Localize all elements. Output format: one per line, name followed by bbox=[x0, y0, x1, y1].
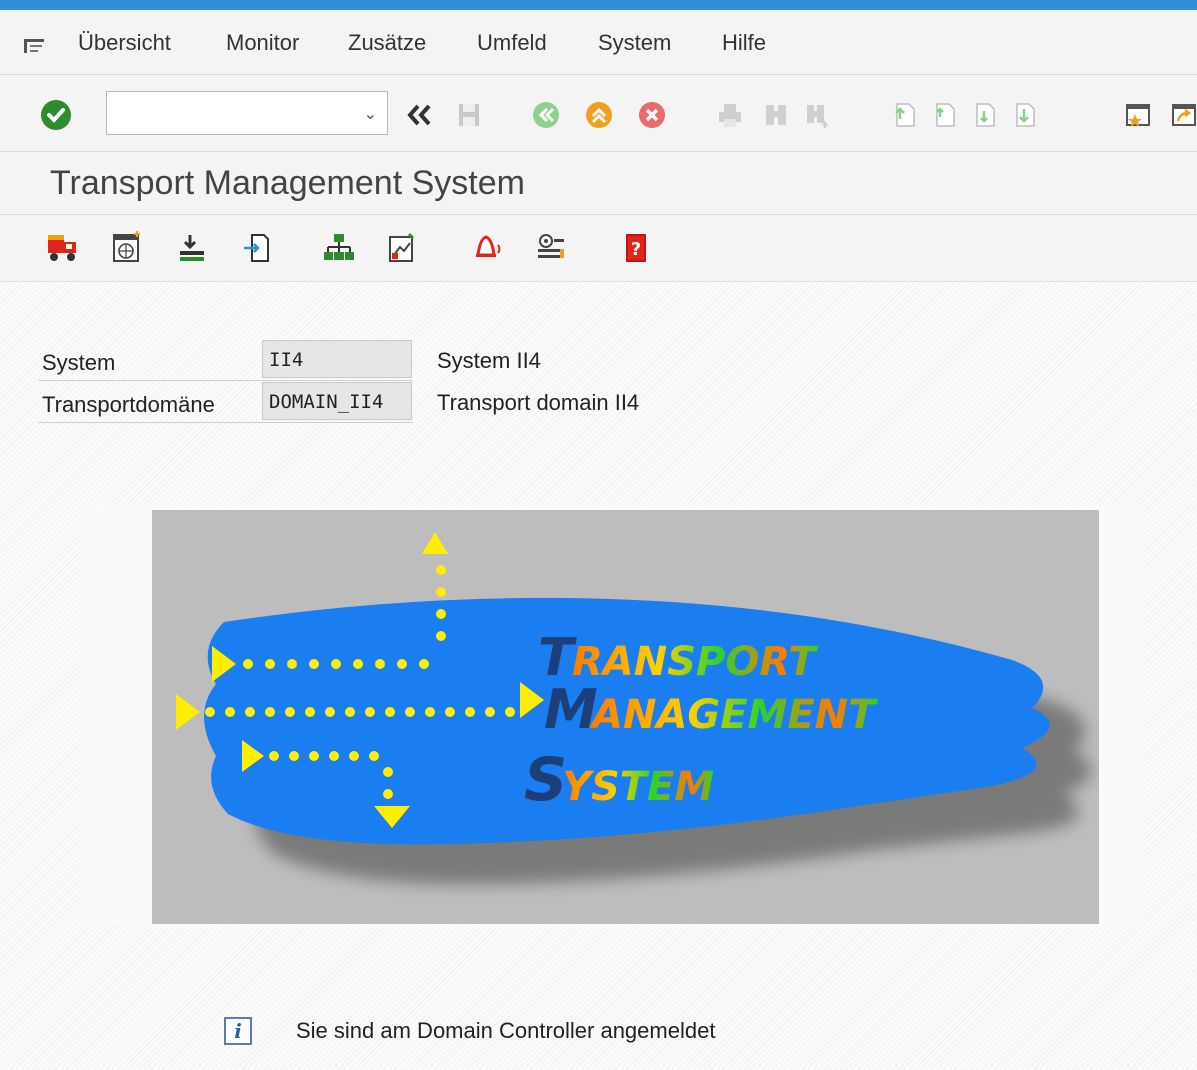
transport-truck-icon[interactable] bbox=[46, 231, 80, 265]
logo-line3-text: YSTEM bbox=[562, 764, 714, 810]
logo-line2-initial: M bbox=[544, 678, 598, 741]
next-page-icon[interactable] bbox=[970, 101, 998, 129]
main-content: System II4 System II4 Transportdomäne DO… bbox=[0, 282, 1197, 1070]
page-title: Transport Management System bbox=[50, 164, 525, 202]
command-field[interactable]: ⌄ bbox=[106, 91, 388, 135]
svg-text:?: ? bbox=[631, 239, 641, 260]
domain-description: Transport domain II4 bbox=[437, 390, 640, 415]
shortcut-icon[interactable] bbox=[1170, 101, 1197, 129]
cancel-icon[interactable] bbox=[638, 101, 666, 129]
menu-toggle-icon[interactable] bbox=[24, 38, 46, 54]
back-icon[interactable] bbox=[532, 101, 560, 129]
save-icon[interactable] bbox=[455, 101, 483, 129]
find-icon[interactable] bbox=[762, 101, 790, 129]
title-bar: Transport Management System bbox=[0, 152, 1197, 215]
help-book-icon[interactable]: ? bbox=[620, 231, 654, 265]
menu-bar: Übersicht Monitor Zusätze Umfeld System … bbox=[0, 10, 1197, 75]
tms-logo-image: T RANSPORT M ANAGEMENT S YSTEM bbox=[152, 510, 1099, 924]
domain-field-row: Transportdomäne DOMAIN_II4 bbox=[38, 382, 413, 423]
menu-zusaetze[interactable]: Zusätze bbox=[348, 30, 426, 56]
transport-routes-icon[interactable] bbox=[322, 231, 356, 265]
last-page-icon[interactable] bbox=[1010, 101, 1038, 129]
chevron-down-icon[interactable]: ⌄ bbox=[364, 104, 377, 124]
status-message: Sie sind am Domain Controller angemeldet bbox=[296, 1018, 716, 1043]
domain-label: Transportdomäne bbox=[42, 392, 215, 417]
info-icon: i bbox=[224, 1017, 252, 1045]
logo-line1-text: RANSPORT bbox=[572, 639, 818, 685]
menu-monitor[interactable]: Monitor bbox=[226, 30, 299, 56]
menu-uebersicht[interactable]: Übersicht bbox=[78, 30, 171, 56]
logo-line3-initial: S bbox=[524, 745, 567, 815]
find-next-icon[interactable] bbox=[803, 101, 831, 129]
print-icon[interactable] bbox=[716, 101, 744, 129]
system-label: System bbox=[42, 350, 116, 375]
first-page-icon[interactable] bbox=[890, 101, 918, 129]
menu-hilfe[interactable]: Hilfe bbox=[722, 30, 766, 56]
domain-value: DOMAIN_II4 bbox=[262, 382, 412, 420]
menu-umfeld[interactable]: Umfeld bbox=[477, 30, 547, 56]
system-overview-icon[interactable] bbox=[110, 231, 144, 265]
standard-toolbar: ⌄ bbox=[0, 75, 1197, 152]
import-document-icon[interactable] bbox=[240, 231, 274, 265]
menu-system[interactable]: System bbox=[598, 30, 671, 56]
application-toolbar: ? bbox=[0, 215, 1197, 282]
previous-page-icon[interactable] bbox=[930, 101, 958, 129]
system-value: II4 bbox=[262, 340, 412, 378]
system-description: System II4 bbox=[437, 348, 541, 373]
collapse-double-left-icon[interactable] bbox=[405, 101, 433, 129]
command-input[interactable] bbox=[113, 92, 357, 134]
alert-bell-icon[interactable] bbox=[470, 231, 504, 265]
import-queue-icon[interactable] bbox=[176, 231, 210, 265]
settings-list-icon[interactable] bbox=[534, 231, 568, 265]
transport-strategy-icon[interactable] bbox=[386, 231, 420, 265]
enter-check-icon[interactable] bbox=[40, 99, 72, 131]
exit-icon[interactable] bbox=[585, 101, 613, 129]
logo-line2-text: ANAGEMENT bbox=[589, 692, 878, 738]
window-top-accent bbox=[0, 0, 1197, 10]
create-session-icon[interactable] bbox=[1124, 101, 1152, 129]
system-field-row: System II4 bbox=[38, 340, 413, 381]
